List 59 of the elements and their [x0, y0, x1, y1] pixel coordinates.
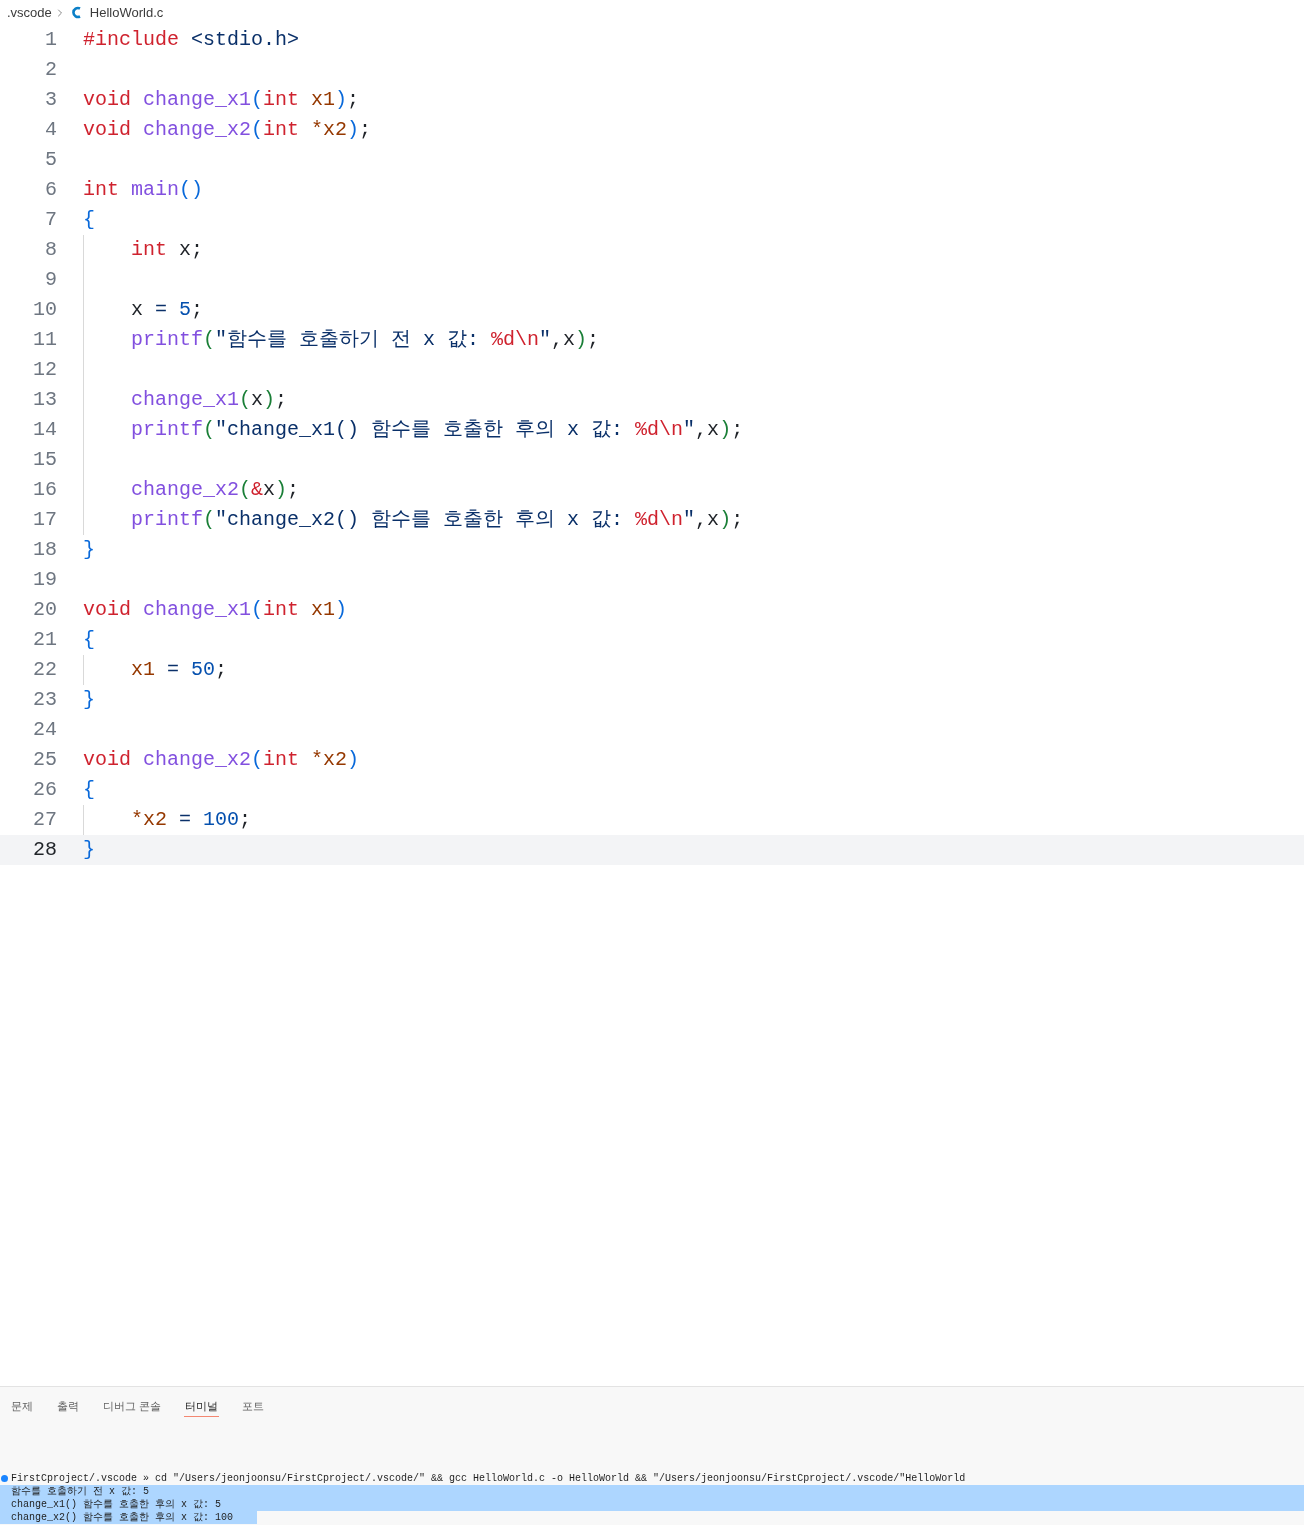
line-number: 2: [44, 57, 58, 83]
line-number: 7: [44, 207, 58, 233]
line-number: 14: [32, 417, 58, 443]
panel-tab[interactable]: 터미널: [184, 1397, 220, 1417]
code-line: }: [83, 537, 95, 563]
code-line: {: [83, 627, 95, 653]
line-number: 10: [32, 297, 58, 323]
line-number: 4: [44, 117, 58, 143]
line-number: 26: [32, 777, 58, 803]
panel-tab[interactable]: 포트: [241, 1397, 266, 1417]
line-number: 23: [32, 687, 58, 713]
code-line: int x;: [131, 237, 204, 263]
code-line: int main(): [83, 177, 204, 203]
breadcrumb-item[interactable]: HelloWorld.c: [89, 2, 164, 23]
code-line: void change_x2(int *x2): [83, 747, 360, 773]
code-line: printf("change_x1() 함수를 호출한 후의 x 값: %d\n",x);: [131, 417, 744, 443]
code-line: }: [83, 837, 95, 863]
line-number: 20: [32, 597, 58, 623]
code-line: void change_x1(int x1);: [83, 87, 360, 113]
file-icon: [71, 6, 82, 19]
code-line: #include <stdio.h>: [83, 27, 300, 53]
line-number: 9: [44, 267, 58, 293]
line-number: 19: [32, 567, 58, 593]
code-line: }: [83, 687, 95, 713]
panel-tab[interactable]: 문제: [10, 1397, 34, 1417]
code-line: {: [83, 777, 95, 803]
line-number: 17: [32, 507, 58, 533]
status-dot-icon: [1, 1475, 8, 1482]
line-number: 3: [44, 87, 58, 113]
line-number: 15: [32, 447, 58, 473]
line-number: 22: [32, 657, 58, 683]
panel-tab[interactable]: 출력: [56, 1397, 80, 1417]
code-line: change_x1(x);: [131, 387, 288, 413]
line-number: 1: [44, 27, 58, 53]
line-number: 28: [32, 837, 58, 863]
breadcrumb-item[interactable]: .vscode: [7, 2, 52, 23]
code-line: void change_x1(int x1): [83, 597, 348, 623]
line-number: 12: [32, 357, 58, 383]
line-number: 27: [32, 807, 58, 833]
line-number: 13: [32, 387, 58, 413]
line-number: 24: [32, 717, 58, 743]
line-number: 18: [32, 537, 58, 563]
line-number: 21: [32, 627, 58, 653]
code-line: change_x2(&x);: [131, 477, 300, 503]
terminal-command: FirstCproject/.vscode » cd "/Users/jeonjoonsu/FirstCproject/.vscode/" && gcc HelloWorld.c -o HelloWorld && "/Users/jeonjoonsu/FirstCproject/.vscode/"HelloWorld: [11, 1472, 966, 1485]
line-number: 5: [44, 147, 58, 173]
code-line: {: [83, 207, 95, 233]
code-line: printf("change_x2() 함수를 호출한 후의 x 값: %d\n",x);: [131, 507, 744, 533]
panel-tab[interactable]: 디버그 콘솔: [102, 1397, 163, 1417]
line-number: 25: [32, 747, 58, 773]
line-number: 8: [44, 237, 58, 263]
code-line: void change_x2(int *x2);: [83, 117, 372, 143]
line-number: 6: [44, 177, 58, 203]
code-line: x1 = 50;: [131, 657, 228, 683]
code-line: printf("함수를 호출하기 전 x 값: %d\n",x);: [131, 327, 600, 353]
line-number: 16: [32, 477, 58, 503]
line-number: 11: [32, 327, 58, 353]
code-line: *x2 = 100;: [131, 807, 252, 833]
code-line: x = 5;: [131, 297, 204, 323]
